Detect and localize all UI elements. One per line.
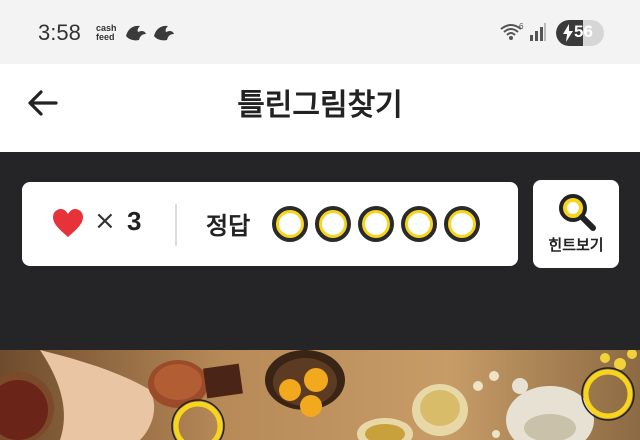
hint-button[interactable]: 힌트보기 [533,180,619,268]
wifi-badge: 6 [519,22,524,31]
battery-level: 56 [574,22,593,41]
app-header: 틀린그림찾기 [0,64,640,152]
answer-slot [315,206,351,242]
wifi-icon: 6 [500,22,524,40]
hint-button-label: 힌트보기 [548,236,604,254]
answer-slot [358,206,394,242]
notification-app-icon [126,25,146,41]
battery-indicator: 56 [556,20,604,46]
cashfeed-logo: cash feed [96,24,117,42]
notification-app-icon [154,25,174,41]
answer-slot [401,206,437,242]
status-card: × 3 정답 [22,182,518,266]
puzzle-image[interactable] [0,350,640,440]
status-time: 3:58 [38,20,81,45]
answer-slot [444,206,480,242]
cashfeed-line2: feed [96,32,115,42]
magnifier-icon [559,194,596,231]
lives-multiplier: × [94,206,116,236]
status-bar: 3:58 cash feed 6 56 [0,0,640,64]
heart-icon [53,209,83,237]
lives-count: 3 [127,206,142,236]
game-status-panel: × 3 정답 힌트보기 [0,152,640,350]
answer-label: 정답 [206,212,251,240]
answer-slots [272,206,480,244]
divider [175,204,177,246]
back-arrow-icon[interactable] [26,86,60,120]
answer-slot [272,206,308,242]
puzzle-illustration [0,350,640,440]
signal-icon [530,23,546,41]
charging-bolt-icon [563,24,573,42]
page-title: 틀린그림찾기 [237,88,403,123]
